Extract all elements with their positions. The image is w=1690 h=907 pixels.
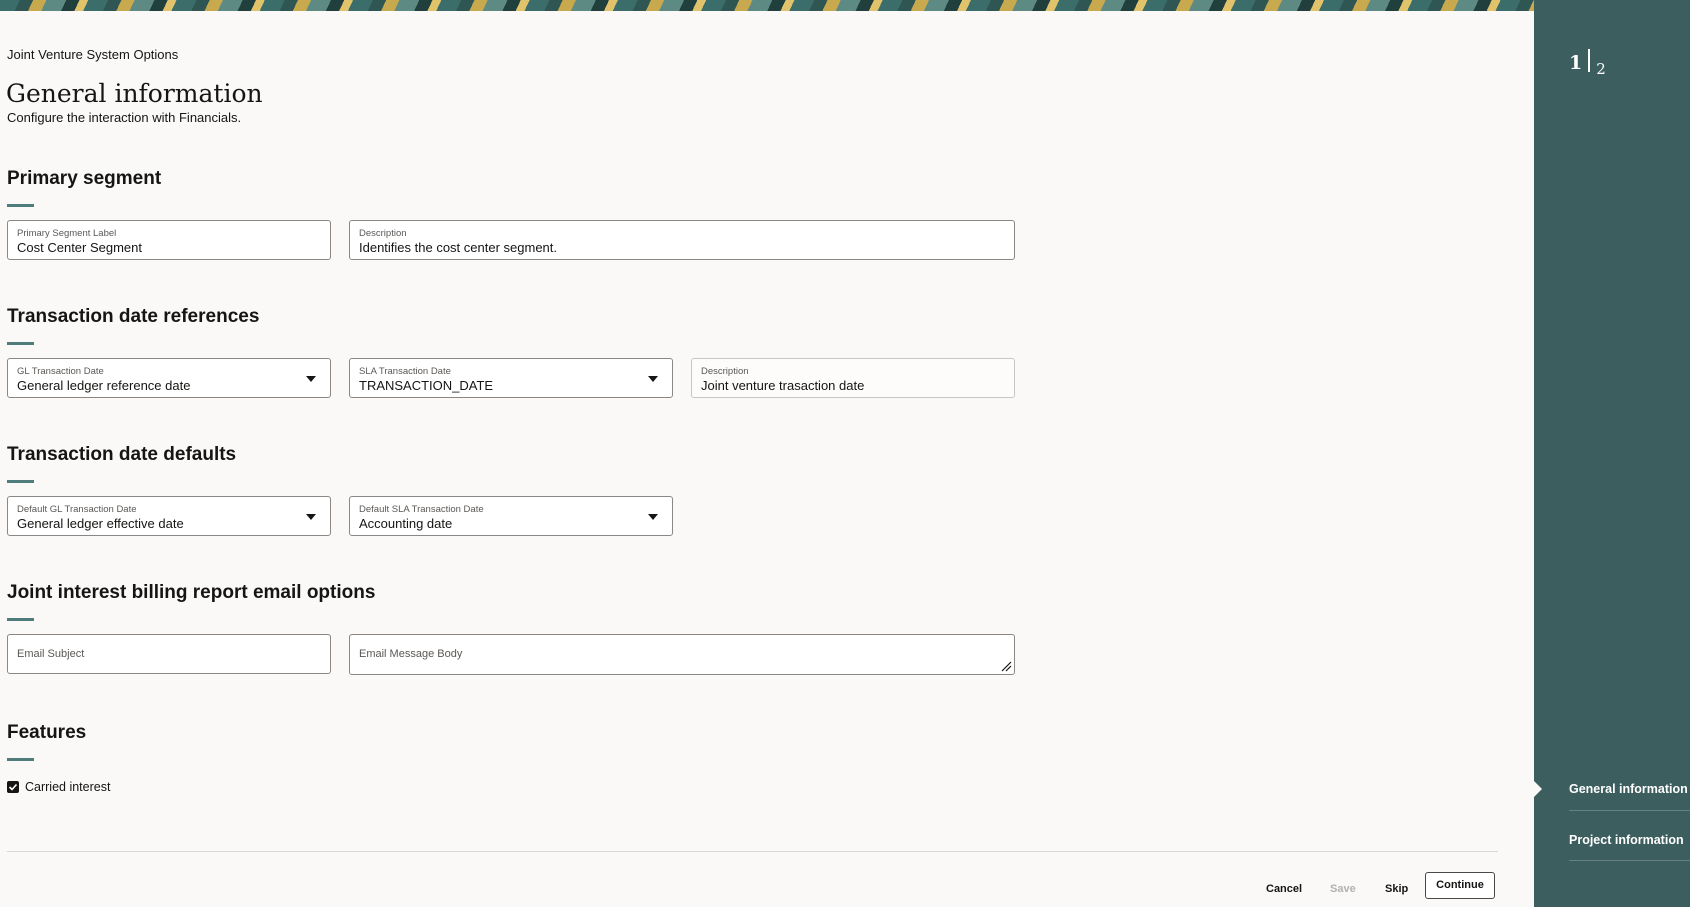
field-value: General ledger reference date <box>17 378 191 393</box>
field-value: Cost Center Segment <box>17 240 143 255</box>
step-project-information[interactable]: Project information <box>1569 833 1684 847</box>
sla-transaction-date-select[interactable]: SLA Transaction Date TRANSACTION_DATE <box>349 358 673 398</box>
footer-divider <box>7 851 1498 852</box>
email-subject-input[interactable]: Email Subject <box>7 634 331 674</box>
field-value: Identifies the cost center segment. <box>359 240 557 255</box>
section-title-email-options: Joint interest billing report email opti… <box>7 582 376 603</box>
field-label: Description <box>359 228 407 239</box>
field-value: Accounting date <box>359 516 453 531</box>
date-reference-description-field[interactable]: Description Joint venture trasaction dat… <box>691 358 1015 398</box>
primary-segment-label-field[interactable]: Primary Segment Label Cost Center Segmen… <box>7 220 331 260</box>
field-value: TRANSACTION_DATE <box>359 378 494 393</box>
current-step: 1 <box>1569 52 1583 74</box>
field-label: Primary Segment Label <box>17 228 117 239</box>
step-divider <box>1569 810 1690 811</box>
main-content: Joint Venture System Options General inf… <box>0 0 1534 899</box>
default-gl-transaction-date-select[interactable]: Default GL Transaction Date General ledg… <box>7 496 331 536</box>
step-sidebar: 12 General information Project informati… <box>1534 11 1690 907</box>
step-general-information[interactable]: General information <box>1569 782 1688 796</box>
email-message-body-textarea[interactable]: Email Message Body <box>349 634 1015 675</box>
field-placeholder: Email Subject <box>17 648 85 660</box>
chevron-down-icon[interactable] <box>306 376 316 382</box>
breadcrumb: Joint Venture System Options <box>7 47 179 62</box>
section-rule <box>7 204 34 207</box>
section-title-date-references: Transaction date references <box>7 306 260 327</box>
save-button[interactable]: Save <box>1330 883 1356 895</box>
section-title-primary-segment: Primary segment <box>7 168 162 189</box>
active-step-pointer-icon <box>1534 781 1542 797</box>
checkmark-icon <box>8 783 18 791</box>
total-steps: 2 <box>1596 60 1606 78</box>
section-rule <box>7 480 34 483</box>
resize-handle-icon[interactable] <box>1000 660 1012 672</box>
carried-interest-checkbox[interactable] <box>7 781 19 793</box>
skip-button[interactable]: Skip <box>1385 883 1408 895</box>
field-label: Default GL Transaction Date <box>17 504 137 515</box>
cancel-button[interactable]: Cancel <box>1266 883 1302 895</box>
section-title-date-defaults: Transaction date defaults <box>7 444 237 465</box>
default-sla-transaction-date-select[interactable]: Default SLA Transaction Date Accounting … <box>349 496 673 536</box>
section-rule <box>7 618 34 621</box>
section-title-features: Features <box>7 722 87 743</box>
field-label: GL Transaction Date <box>17 366 104 377</box>
primary-segment-description-field[interactable]: Description Identifies the cost center s… <box>349 220 1015 260</box>
chevron-down-icon[interactable] <box>648 514 658 520</box>
gl-transaction-date-select[interactable]: GL Transaction Date General ledger refer… <box>7 358 331 398</box>
chevron-down-icon[interactable] <box>648 376 658 382</box>
step-counter: 12 <box>1569 49 1606 78</box>
carried-interest-label[interactable]: Carried interest <box>25 780 110 794</box>
field-placeholder: Email Message Body <box>359 648 463 660</box>
field-label: Default SLA Transaction Date <box>359 504 484 515</box>
page-title: General information <box>6 79 263 108</box>
page-subtitle: Configure the interaction with Financial… <box>7 110 242 125</box>
field-label: Description <box>701 366 749 377</box>
step-divider <box>1569 860 1690 861</box>
section-rule <box>7 758 34 761</box>
section-rule <box>7 342 34 345</box>
field-value: General ledger effective date <box>17 516 184 531</box>
field-value: Joint venture trasaction date <box>701 378 865 393</box>
field-label: SLA Transaction Date <box>359 366 451 377</box>
chevron-down-icon[interactable] <box>306 514 316 520</box>
sidebar-top <box>1534 0 1690 11</box>
continue-button[interactable]: Continue <box>1425 872 1495 899</box>
step-separator <box>1588 49 1591 72</box>
